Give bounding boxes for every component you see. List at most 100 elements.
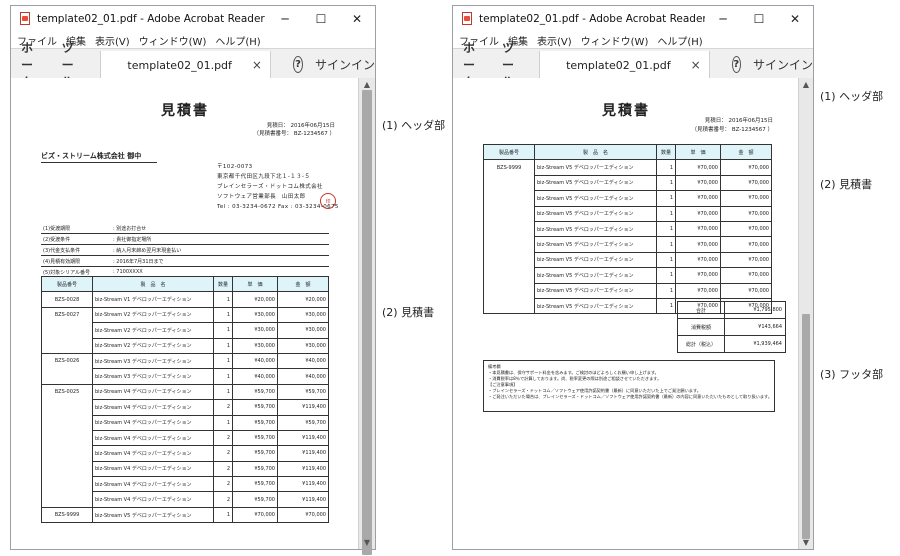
scroll-up-icon[interactable]: ▲ — [359, 80, 375, 89]
cell-name: biz-Stream V5 デベロッパーエディション — [534, 220, 657, 238]
cell-code — [41, 491, 93, 508]
cell-unit: ¥59,700 — [232, 414, 278, 431]
cell-qty: 1 — [656, 297, 676, 315]
scroll-down-icon[interactable]: ▼ — [799, 538, 813, 547]
cell-code — [483, 221, 535, 237]
menu-view[interactable]: 表示(V) — [95, 33, 130, 48]
scroll-thumb[interactable] — [362, 90, 372, 555]
help-icon[interactable]: ? — [292, 55, 303, 73]
table-row: biz-Stream V4 デベロッパーエディション 2 ¥59,700 ¥119,4… — [41, 476, 329, 493]
cell-code — [483, 175, 535, 191]
vertical-scrollbar[interactable]: ▲ ▼ — [798, 78, 813, 549]
cell-name: biz-Stream V3 デベロッパーエディション — [92, 352, 214, 370]
cell-unit: ¥70,000 — [675, 205, 721, 222]
tab-close-icon[interactable]: × — [252, 58, 262, 72]
minimize-button[interactable]: ─ — [267, 12, 303, 26]
document-viewport[interactable]: 見積書 見積日： 2016年06月15日 （見積書番号： BZ-1234567 … — [453, 78, 813, 549]
tab-bar: ホーム ツール template02_01.pdf × ? サインイン — [11, 41, 375, 89]
document-tab[interactable]: template02_01.pdf × — [100, 50, 271, 80]
signin-button[interactable]: サインイン — [315, 56, 375, 73]
cell-name: biz-Stream V4 デベロッパーエディション — [92, 476, 214, 493]
condition-value: : 2016年7月31日まで — [111, 255, 329, 267]
cell-qty: 1 — [213, 368, 233, 385]
cell-qty: 1 — [213, 291, 233, 308]
company-seal: 印 — [320, 193, 336, 209]
cell-amount: ¥70,000 — [720, 159, 772, 176]
cell-code: BZS-0025 — [41, 383, 93, 400]
condition-row: (3)代金支払条件: 納入月末締め翌月末現金払い — [41, 244, 329, 256]
cell-qty: 1 — [656, 267, 676, 284]
cell-qty: 1 — [213, 322, 233, 339]
scroll-up-icon[interactable]: ▲ — [799, 80, 813, 89]
estimate-number: （見積書番号： BZ-1234567 ） — [254, 131, 335, 139]
table-row: biz-Stream V4 デベロッパーエディション 2 ¥59,700 ¥119,4… — [41, 445, 329, 462]
document-viewport[interactable]: 見積書 見積日： 2016年06月15日 （見積書番号： BZ-1234567 … — [11, 78, 375, 555]
cell-unit: ¥59,700 — [232, 460, 278, 478]
cell-unit: ¥59,700 — [232, 476, 278, 493]
cell-amount: ¥119,400 — [277, 429, 329, 447]
table-row: BZS-0026 biz-Stream V3 デベロッパーエディション 1 ¥40,0… — [41, 352, 329, 370]
maximize-button[interactable]: ☐ — [303, 12, 339, 26]
cell-qty: 1 — [656, 174, 676, 192]
menu-help[interactable]: ヘルプ(H) — [215, 33, 260, 48]
footer-remarks: 備考欄 ・本見積書は、保守サポート料金を含みます。ご検討のほどよろしくお願い申し… — [483, 360, 775, 412]
cell-code — [483, 206, 535, 222]
menu-window[interactable]: ウィンドウ(W) — [581, 33, 649, 48]
cell-name: biz-Stream V5 デベロッパーエディション — [534, 267, 657, 284]
maximize-button[interactable]: ☐ — [741, 12, 777, 26]
title-bar: template02_01.pdf - Adobe Acrobat Reader… — [11, 6, 375, 32]
address-line: 東京都千代田区九段下北１-１３-５ — [217, 174, 311, 180]
document-tab[interactable]: template02_01.pdf × — [539, 50, 710, 80]
cell-qty: 2 — [213, 399, 233, 416]
total-row: 消費税額 ¥143,664 — [677, 318, 786, 336]
scroll-down-icon[interactable]: ▼ — [359, 538, 375, 547]
table-row: biz-Stream V5 デベロッパーエディション 1 ¥70,000 ¥70,00… — [483, 220, 772, 238]
menu-window[interactable]: ウィンドウ(W) — [139, 33, 207, 48]
cell-amount: ¥40,000 — [277, 368, 329, 385]
cell-code — [483, 298, 535, 315]
condition-row: (1)受渡期限: 別途お打合せ — [41, 223, 329, 234]
minimize-button[interactable]: ─ — [705, 12, 741, 26]
table-row: biz-Stream V4 デベロッパーエディション 1 ¥59,700 ¥59,70… — [41, 414, 329, 431]
acrobat-icon — [19, 12, 31, 26]
customer-name: ビズ・ストリーム株式会社 御中 — [41, 151, 157, 163]
tab-close-icon[interactable]: × — [691, 58, 701, 72]
cell-name: biz-Stream V5 デベロッパーエディション — [534, 205, 657, 222]
condition-label: (2)受渡条件 — [41, 233, 111, 245]
cell-unit: ¥70,000 — [675, 282, 721, 299]
window-title: template02_01.pdf - Adobe Acrobat Reader… — [37, 13, 267, 25]
estimate-table: 製品番号 製 品 名 数量 単 価 金 額 BZS-0028 biz-Stream… — [41, 275, 329, 524]
condition-value: : 貴社御指定場所 — [111, 233, 329, 245]
title-bar: template02_01.pdf - Adobe Acrobat Reader… — [453, 6, 813, 32]
menu-view[interactable]: 表示(V) — [537, 33, 572, 48]
label-header-section-2: (1) ヘッダ部 — [820, 90, 884, 103]
table-row: BZS-0027 biz-Stream V2 デベロッパーエディション 1 ¥30,0… — [41, 306, 329, 324]
total-row: 総計（税込） ¥1,939,464 — [677, 335, 786, 353]
cell-unit: ¥59,700 — [232, 445, 278, 462]
table-row: biz-Stream V5 デベロッパーエディション 1 ¥70,000 ¥70,00… — [483, 190, 772, 207]
cell-qty: 1 — [656, 190, 676, 207]
table-row: biz-Stream V2 デベロッパーエディション 1 ¥30,000 ¥30,00… — [41, 322, 329, 339]
table-header-row: 製品番号 製 品 名 数量 単 価 金 額 — [41, 275, 329, 293]
cell-unit: ¥70,000 — [675, 267, 721, 284]
help-icon[interactable]: ? — [731, 55, 741, 73]
vertical-scrollbar[interactable]: ▲ ▼ — [358, 78, 375, 555]
table-row: biz-Stream V5 デベロッパーエディション 1 ¥70,000 ¥70,00… — [483, 174, 772, 192]
condition-value: : 納入月末締め翌月末現金払い — [111, 244, 329, 256]
close-button[interactable]: ✕ — [339, 12, 375, 26]
cell-name: biz-Stream V5 デベロッパーエディション — [534, 159, 657, 176]
menu-help[interactable]: ヘルプ(H) — [657, 33, 702, 48]
number-label: （見積書番号： — [691, 127, 731, 133]
cell-unit: ¥70,000 — [675, 251, 721, 269]
close-button[interactable]: ✕ — [777, 12, 813, 26]
scroll-thumb[interactable] — [802, 314, 810, 539]
cell-qty: 1 — [656, 205, 676, 222]
signin-button[interactable]: サインイン — [753, 56, 813, 73]
cell-code — [483, 283, 535, 299]
cell-code: BZS-0028 — [41, 291, 93, 308]
table-row: BZS-9999 biz-Stream V5 デベロッパーエディション 1 ¥70,0… — [483, 159, 772, 176]
cell-amount: ¥70,000 — [720, 251, 772, 269]
cell-unit: ¥30,000 — [232, 306, 278, 324]
cell-amount: ¥119,400 — [277, 491, 329, 508]
total-label: 総計（税込） — [677, 335, 725, 353]
